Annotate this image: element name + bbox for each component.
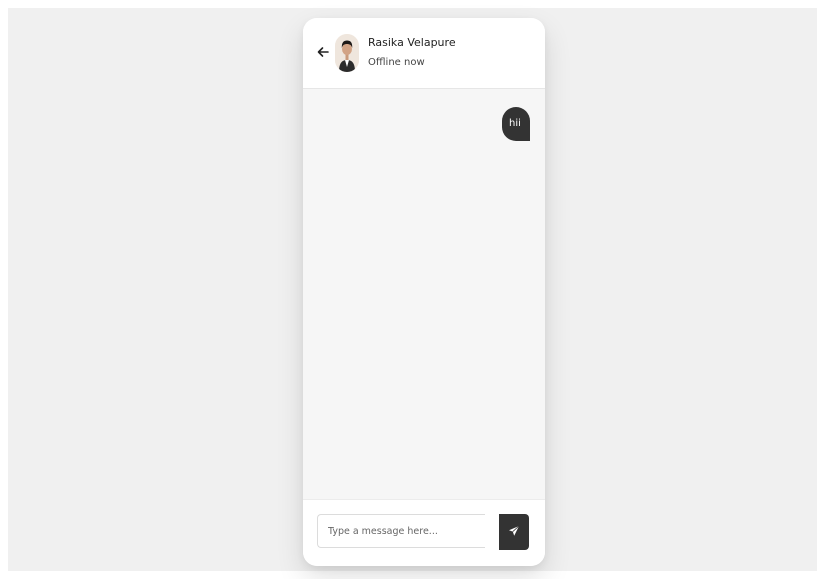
contact-name: Rasika Velapure [368,36,456,49]
message-input[interactable] [317,514,485,548]
message-compose-bar [303,499,545,566]
contact-avatar [335,34,359,72]
chat-window: Rasika Velapure Offline now hii [303,18,545,566]
contact-status: Offline now [368,57,425,68]
paper-plane-icon [509,525,520,536]
back-arrow-icon[interactable] [316,44,330,58]
outgoing-message-bubble: hii [502,107,530,141]
chat-header: Rasika Velapure Offline now [303,18,545,89]
message-list[interactable]: hii [303,89,545,499]
send-button[interactable] [499,514,529,550]
